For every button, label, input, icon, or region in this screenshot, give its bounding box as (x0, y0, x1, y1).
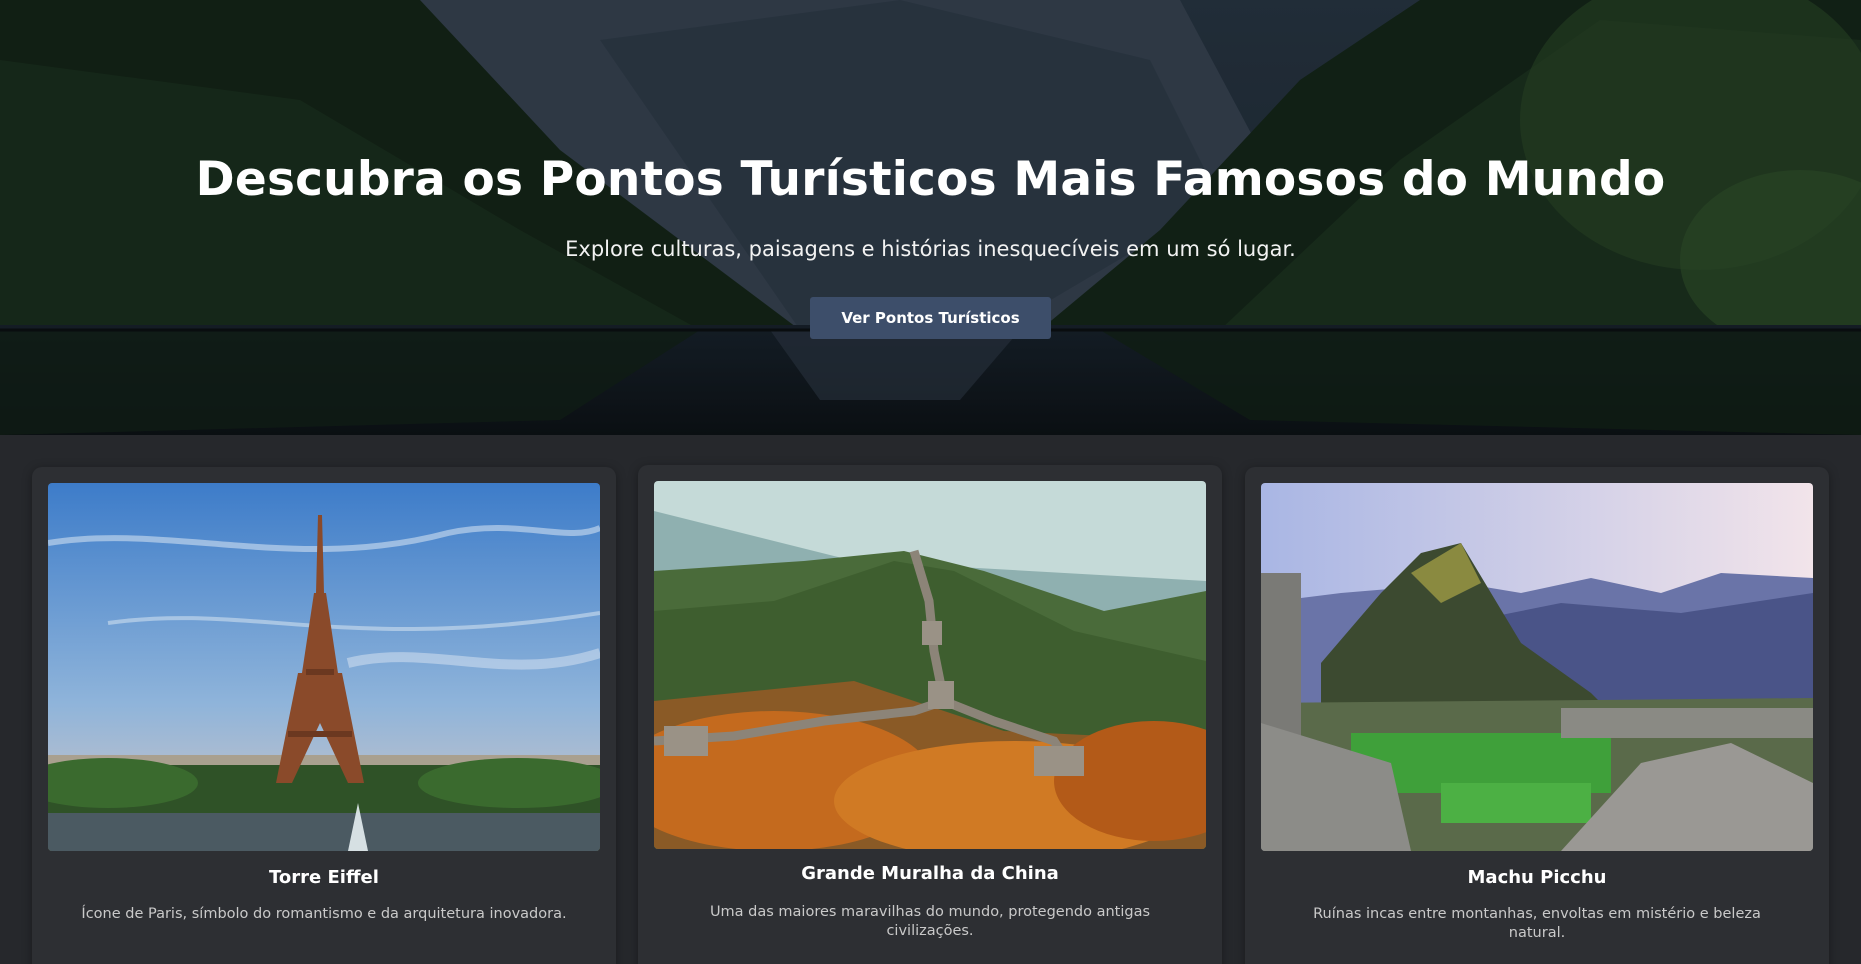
card-description: Ícone de Paris, símbolo do romantismo e … (81, 906, 567, 922)
card-title: Machu Picchu (1467, 867, 1607, 888)
hero-section: Descubra os Pontos Turísticos Mais Famos… (0, 0, 1861, 435)
card-title: Grande Muralha da China (801, 863, 1059, 884)
hero-subtitle: Explore culturas, paisagens e histórias … (565, 237, 1296, 261)
view-attractions-button[interactable]: Ver Pontos Turísticos (810, 297, 1051, 339)
great-wall-photo (654, 481, 1206, 849)
hero-overlay (0, 0, 1861, 435)
card-description: Ruínas incas entre montanhas, envoltas e… (1313, 906, 1761, 941)
card-title: Torre Eiffel (269, 867, 379, 888)
machu-picchu-photo (1261, 483, 1813, 851)
attraction-card[interactable]: Machu Picchu Ruínas incas entre montanha… (1245, 467, 1829, 964)
attractions-grid: Torre Eiffel Ícone de Paris, símbolo do … (0, 435, 1861, 964)
eiffel-tower-photo (48, 483, 600, 851)
attraction-card[interactable]: Grande Muralha da China Uma das maiores … (638, 465, 1222, 964)
hero-title: Descubra os Pontos Turísticos Mais Famos… (195, 152, 1666, 207)
attraction-card[interactable]: Torre Eiffel Ícone de Paris, símbolo do … (32, 467, 616, 964)
card-description: Uma das maiores maravilhas do mundo, pro… (709, 904, 1151, 939)
